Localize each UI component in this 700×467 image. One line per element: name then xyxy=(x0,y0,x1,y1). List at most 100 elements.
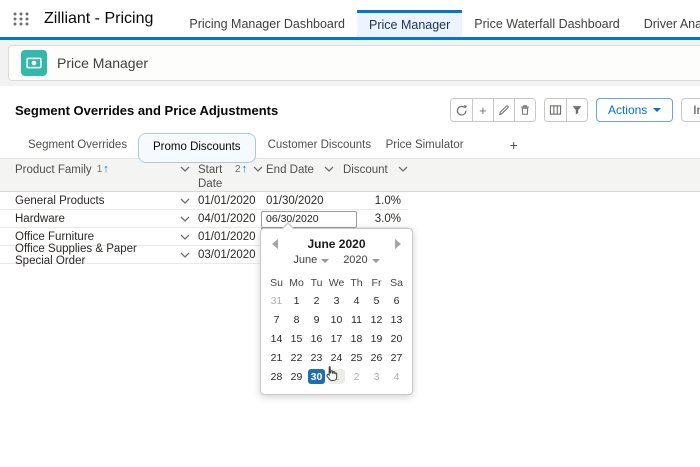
day-cell[interactable]: 13 xyxy=(387,310,407,329)
product-family-value: Office Furniture xyxy=(15,230,95,243)
column-label: Product Family xyxy=(15,164,92,176)
column-label: Start Date xyxy=(198,164,223,190)
cell-product-family: Office Furniture xyxy=(15,231,198,243)
column-start-date[interactable]: Start Date 2 ↑ xyxy=(198,163,266,191)
row-chevron-down-icon[interactable] xyxy=(180,216,190,222)
column-menu-chevron-icon[interactable] xyxy=(324,166,334,172)
refresh-button[interactable] xyxy=(450,99,472,121)
day-cell[interactable]: 2 xyxy=(307,291,327,310)
datepicker-title: June 2020 xyxy=(307,237,366,251)
day-cell[interactable]: 29 xyxy=(287,367,307,386)
nav-item-driver-analysis-dashboard[interactable]: Driver Analysis Dashboard xyxy=(632,10,700,37)
day-cell[interactable]: 28 xyxy=(267,367,287,386)
tab-price-simulator[interactable]: Price Simulator xyxy=(386,139,504,151)
day-cell[interactable]: 7 xyxy=(267,310,287,329)
datepicker-header: June 2020 xyxy=(266,236,407,252)
tab-customer-discounts[interactable]: Customer Discounts xyxy=(268,139,386,151)
day-cell[interactable]: 14 xyxy=(267,329,287,348)
view-buttons-group xyxy=(543,98,588,122)
column-end-date[interactable]: End Date xyxy=(266,163,343,177)
day-cell-selected[interactable]: 30 xyxy=(307,367,327,386)
day-cell[interactable]: 3 xyxy=(327,291,347,310)
subtabs: Segment Overrides Promo Discounts Customer… xyxy=(0,132,700,163)
edit-button[interactable] xyxy=(492,99,514,121)
nav-item-price-waterfall-dashboard[interactable]: Price Waterfall Dashboard xyxy=(462,10,631,37)
day-cell[interactable]: 21 xyxy=(267,348,287,367)
page-header-band: Price Manager xyxy=(0,40,700,86)
add-button[interactable]: + xyxy=(471,99,493,121)
day-cell[interactable]: 4 xyxy=(387,367,407,386)
day-cell[interactable]: 17 xyxy=(327,329,347,348)
column-menu-chevron-icon[interactable] xyxy=(253,166,263,172)
day-cell[interactable]: 3 xyxy=(367,367,387,386)
month-select[interactable]: June xyxy=(293,254,330,266)
day-cell[interactable]: 31 xyxy=(267,291,287,310)
day-of-week-header: Th xyxy=(350,276,363,289)
table-row[interactable]: Hardware04/01/20203.0% xyxy=(0,210,408,231)
filter-icon xyxy=(572,106,582,115)
column-discount[interactable]: Discount xyxy=(343,163,418,177)
day-cell[interactable]: 24 xyxy=(327,348,347,367)
datepicker-selects: June 2020 xyxy=(266,254,407,266)
chevron-down-icon xyxy=(653,108,662,112)
year-select[interactable]: 2020 xyxy=(343,254,380,266)
column-menu-chevron-icon[interactable] xyxy=(398,166,408,172)
day-cell[interactable]: 5 xyxy=(367,291,387,310)
day-cell[interactable]: 23 xyxy=(307,348,327,367)
import-data-button[interactable]: Import Data xyxy=(681,98,700,122)
nav-item-price-manager[interactable]: Price Manager xyxy=(357,10,463,37)
day-cell[interactable]: 18 xyxy=(347,329,367,348)
day-cell[interactable]: 11 xyxy=(347,310,367,329)
column-menu-chevron-icon[interactable] xyxy=(180,166,190,172)
cell-start-date: 04/01/2020 xyxy=(198,212,256,225)
actions-button[interactable]: Actions xyxy=(595,98,674,122)
day-cell[interactable]: 12 xyxy=(367,310,387,329)
datepicker-popover: June 2020 June 2020 Su Mo Tu We Th Fr Sa 31 1 2 3 4… xyxy=(260,222,413,395)
day-cell[interactable]: 6 xyxy=(387,291,407,310)
column-label: End Date xyxy=(266,164,314,176)
trash-icon xyxy=(521,105,529,115)
section-header: Segment Overrides and Price Adjustments … xyxy=(0,86,700,128)
filter-button[interactable] xyxy=(565,99,587,121)
day-of-week-header: Su xyxy=(270,276,283,289)
page-title: Price Manager xyxy=(57,55,149,71)
day-of-week-header: We xyxy=(328,276,345,289)
app-launcher-icon[interactable] xyxy=(12,10,30,28)
delete-button[interactable] xyxy=(513,99,535,121)
day-of-week-header: Tu xyxy=(310,276,323,289)
cell-start-date: 03/01/2020 xyxy=(198,248,256,261)
previous-month-icon[interactable] xyxy=(272,239,278,249)
tab-promo-discounts[interactable]: Promo Discounts xyxy=(138,133,256,163)
add-tab-button[interactable]: + xyxy=(504,137,518,153)
day-cell[interactable]: 9 xyxy=(307,310,327,329)
tab-segment-overrides[interactable]: Segment Overrides xyxy=(28,139,146,151)
day-cell[interactable]: 20 xyxy=(387,329,407,348)
column-product-family[interactable]: Product Family 1 ↑ xyxy=(15,163,198,177)
day-cell[interactable]: 8 xyxy=(287,310,307,329)
end-date-input[interactable] xyxy=(261,210,357,228)
day-cell[interactable]: 2 xyxy=(347,367,367,386)
day-of-week-header: Sa xyxy=(390,276,403,289)
row-chevron-down-icon[interactable] xyxy=(180,252,190,258)
chevron-down-icon xyxy=(371,259,380,263)
day-cell[interactable]: 4 xyxy=(347,291,367,310)
day-cell[interactable]: 19 xyxy=(367,329,387,348)
columns-button[interactable] xyxy=(544,99,566,121)
day-cell[interactable]: 1 xyxy=(287,291,307,310)
table-row[interactable]: General Products 01/01/2020 01/30/2020 1.0% xyxy=(0,192,408,210)
day-cell[interactable]: 26 xyxy=(367,348,387,367)
day-cell[interactable]: 1 xyxy=(327,367,347,386)
import-button-label: Import Data xyxy=(693,103,700,117)
day-cell[interactable]: 25 xyxy=(347,348,367,367)
day-cell[interactable]: 10 xyxy=(327,310,347,329)
nav-item-pricing-manager-dashboard[interactable]: Pricing Manager Dashboard xyxy=(177,10,357,37)
day-cell[interactable]: 22 xyxy=(287,348,307,367)
next-month-icon[interactable] xyxy=(395,239,401,249)
day-cell[interactable]: 27 xyxy=(387,348,407,367)
day-cell[interactable]: 15 xyxy=(287,329,307,348)
day-cell[interactable]: 16 xyxy=(307,329,327,348)
row-chevron-down-icon[interactable] xyxy=(180,234,190,240)
columns-icon xyxy=(549,105,562,115)
sort-asc-icon: ↑ xyxy=(103,163,109,175)
row-chevron-down-icon[interactable] xyxy=(180,198,190,204)
